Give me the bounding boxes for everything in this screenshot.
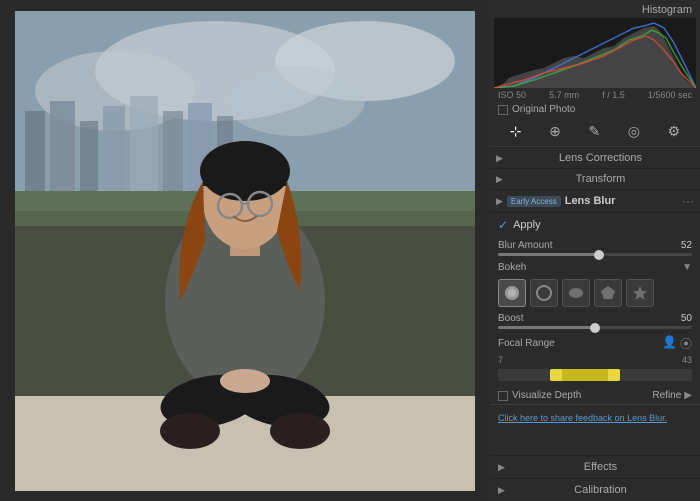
- original-photo-label: Original Photo: [512, 104, 575, 115]
- visualize-depth-label: Visualize Depth: [512, 390, 581, 401]
- iso-value: ISO 50: [498, 90, 526, 100]
- boost-value: 50: [681, 313, 692, 324]
- focal-range-label-row: Focal Range 👤 ⦿: [490, 332, 700, 355]
- focal-track-container: [490, 367, 700, 383]
- right-panel: Histogram: [490, 0, 700, 501]
- focal-icons: 👤 ⦿: [662, 335, 692, 352]
- histogram-meta: ISO 50 5.7 mm f / 1.5 1/5600 sec: [494, 88, 696, 102]
- focal-track[interactable]: [498, 369, 692, 381]
- healing-tool[interactable]: ⊕: [547, 121, 563, 142]
- blur-amount-value: 52: [681, 240, 692, 251]
- photo-area: [0, 0, 490, 501]
- early-access-badge: Early Access: [507, 196, 561, 207]
- focal-range-label: Focal Range: [498, 338, 555, 349]
- refine-label: Refine: [652, 390, 681, 401]
- radial-tool[interactable]: ◎: [626, 121, 642, 142]
- lens-blur-section: ▶ Early Access Lens Blur ··· ✓ Apply Blu…: [490, 189, 700, 455]
- lens-blur-title: Lens Blur: [565, 195, 682, 207]
- effects-arrow: ▶: [498, 462, 505, 473]
- lens-corrections-arrow: ▶: [496, 153, 503, 164]
- histogram-title: Histogram: [494, 2, 696, 18]
- settings-tool[interactable]: ⚙: [666, 121, 683, 142]
- boost-row: Boost 50: [490, 310, 700, 332]
- transform-title: Transform: [507, 173, 694, 185]
- original-photo-checkbox[interactable]: [498, 105, 508, 115]
- lens-corrections-header[interactable]: ▶ Lens Corrections: [490, 147, 700, 168]
- effects-title: Effects: [509, 461, 692, 473]
- blur-amount-row: Blur Amount 52: [490, 237, 700, 259]
- tools-row: ⊹ ⊕ ✎ ◎ ⚙: [490, 117, 700, 147]
- bokeh-icons-row: [490, 276, 700, 310]
- bokeh-arrow: ▼: [682, 262, 692, 273]
- apply-checkmark[interactable]: ✓: [498, 218, 508, 232]
- crop-tool[interactable]: ⊹: [508, 121, 524, 142]
- focal-range-values: 7 43: [490, 355, 700, 365]
- calibration-section[interactable]: ▶ Calibration: [490, 478, 700, 501]
- histogram-section: Histogram: [490, 0, 700, 117]
- bokeh-icon-2[interactable]: [530, 279, 558, 307]
- feedback-link[interactable]: Click here to share feedback on Lens Blu…: [498, 413, 667, 423]
- focal-target-icon[interactable]: ⦿: [680, 335, 692, 352]
- visualize-row: Visualize Depth Refine ▶: [490, 387, 700, 404]
- lens-blur-more-icon[interactable]: ···: [682, 194, 694, 208]
- lens-blur-arrow: ▶: [496, 196, 503, 207]
- blur-amount-track[interactable]: [498, 253, 692, 256]
- blur-amount-label: Blur Amount: [498, 240, 552, 251]
- bokeh-icon-1[interactable]: [498, 279, 526, 307]
- transform-header[interactable]: ▶ Transform: [490, 168, 700, 189]
- bokeh-icon-4[interactable]: [594, 279, 622, 307]
- bokeh-row: Bokeh ▼: [490, 259, 700, 276]
- apply-label: Apply: [513, 219, 541, 231]
- shutter: 1/5600 sec: [648, 90, 692, 100]
- bokeh-icon-3[interactable]: [562, 279, 590, 307]
- bokeh-label: Bokeh: [498, 262, 526, 273]
- boost-label: Boost: [498, 313, 524, 324]
- apply-row: ✓ Apply: [490, 213, 700, 237]
- calibration-title: Calibration: [509, 484, 692, 496]
- original-photo-row: Original Photo: [494, 102, 696, 117]
- effects-section[interactable]: ▶ Effects: [490, 455, 700, 478]
- focal-length: 5.7 mm: [549, 90, 579, 100]
- photo-container: [15, 11, 475, 491]
- focal-handle-right[interactable]: [608, 369, 620, 381]
- bokeh-icon-5[interactable]: [626, 279, 654, 307]
- feedback-row: Click here to share feedback on Lens Blu…: [490, 404, 700, 429]
- calibration-arrow: ▶: [498, 485, 505, 496]
- boost-track[interactable]: [498, 326, 692, 329]
- lens-corrections-title: Lens Corrections: [507, 152, 694, 164]
- visualize-depth-checkbox[interactable]: [498, 391, 508, 401]
- aperture: f / 1.5: [602, 90, 625, 100]
- focal-person-icon[interactable]: 👤: [662, 335, 677, 352]
- lens-blur-header[interactable]: ▶ Early Access Lens Blur ···: [490, 189, 700, 213]
- focal-handle-left[interactable]: [550, 369, 562, 381]
- focal-min: 7: [498, 355, 503, 365]
- refine-arrow: ▶: [684, 390, 692, 401]
- brush-tool[interactable]: ✎: [586, 121, 602, 142]
- transform-arrow: ▶: [496, 174, 503, 185]
- focal-max: 43: [682, 355, 692, 365]
- histogram-graph: [494, 18, 696, 88]
